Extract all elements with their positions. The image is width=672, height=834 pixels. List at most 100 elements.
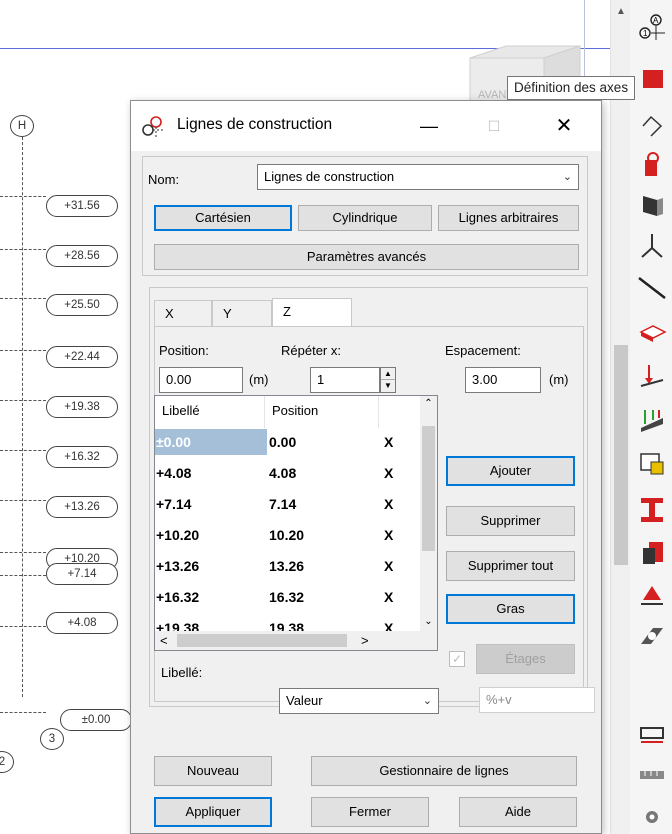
line-manager-button[interactable]: Gestionnaire de lignes xyxy=(311,756,577,786)
support-icon[interactable] xyxy=(635,578,669,612)
level-bubble[interactable]: +19.38 xyxy=(46,396,118,418)
maximize-button[interactable]: ☐ xyxy=(479,111,509,141)
load-icon[interactable] xyxy=(635,360,669,394)
spacing-field[interactable]: 3.00 xyxy=(465,367,541,393)
list-row[interactable]: +13.26 13.26 X xyxy=(155,553,425,584)
scroll-up-icon[interactable]: ▲ xyxy=(611,4,631,20)
spin-down-icon[interactable]: ▼ xyxy=(381,380,395,392)
repeat-label: Répéter x: xyxy=(281,343,341,358)
column-header-label[interactable]: Libellé xyxy=(155,396,265,428)
level-bubble[interactable]: ±0.00 xyxy=(60,709,132,731)
viewport-scrollbar[interactable]: ▲ xyxy=(610,0,630,834)
bold-button[interactable]: Gras xyxy=(446,594,575,624)
label-combo-value: Valeur xyxy=(286,693,323,708)
add-button[interactable]: Ajouter xyxy=(446,456,575,486)
tab-y[interactable]: Y xyxy=(212,300,272,326)
list-hscroll-thumb[interactable] xyxy=(177,634,347,647)
slab-icon[interactable] xyxy=(635,316,669,350)
level-bubble[interactable]: +13.26 xyxy=(46,496,118,518)
level-bubble[interactable]: +31.56 xyxy=(46,195,118,217)
settings-icon[interactable] xyxy=(635,800,669,834)
row-position: 7.14 xyxy=(269,496,297,512)
row-label: +16.32 xyxy=(156,589,200,605)
title-bar[interactable]: Lignes de construction — ☐ ✕ xyxy=(131,101,601,151)
row-position: 10.20 xyxy=(269,527,305,543)
spin-up-icon[interactable]: ▲ xyxy=(381,368,395,380)
ruler-icon[interactable] xyxy=(635,758,669,792)
row-position: 13.26 xyxy=(269,558,305,574)
level-bubble[interactable]: +25.50 xyxy=(46,294,118,316)
level-bubble[interactable]: +28.56 xyxy=(46,245,118,267)
level-bubble[interactable]: +4.08 xyxy=(46,612,118,634)
list-horizontal-scrollbar[interactable]: < > xyxy=(155,631,437,650)
panel-icon[interactable] xyxy=(635,446,669,480)
grid-axis-bubble[interactable]: H xyxy=(10,115,34,137)
right-toolbar: A1 xyxy=(630,0,672,834)
row-position: 4.08 xyxy=(269,465,297,481)
position-field[interactable]: 0.00 xyxy=(159,367,243,393)
row-delete-mark[interactable]: X xyxy=(384,553,393,579)
row-delete-mark[interactable]: X xyxy=(384,460,393,486)
foundation-icon[interactable] xyxy=(635,228,669,262)
distributed-load-icon[interactable] xyxy=(635,402,669,436)
block-icon[interactable] xyxy=(635,536,669,570)
help-button[interactable]: Aide xyxy=(459,797,577,827)
close-button[interactable]: Fermer xyxy=(311,797,429,827)
label-format-label: Libellé: xyxy=(161,665,203,680)
close-window-button[interactable]: ✕ xyxy=(549,111,579,141)
delete-all-button[interactable]: Supprimer tout xyxy=(446,551,575,581)
scroll-up-icon[interactable]: ⌃ xyxy=(420,398,437,409)
repeat-spinner[interactable]: ▲ ▼ xyxy=(380,367,396,393)
row-delete-mark[interactable]: X xyxy=(384,429,393,455)
scroll-right-icon[interactable]: > xyxy=(361,631,369,650)
row-delete-mark[interactable]: X xyxy=(384,584,393,610)
lines-list[interactable]: Libellé Position ±0.00 0.00 X +4.08 4.08 X +7.… xyxy=(154,395,438,651)
list-row[interactable]: +10.20 10.20 X xyxy=(155,522,425,553)
beam-icon[interactable] xyxy=(635,188,669,222)
list-scroll-thumb[interactable] xyxy=(422,426,435,551)
level-bubble[interactable]: +7.14 xyxy=(46,563,118,585)
list-row[interactable]: +4.08 4.08 X xyxy=(155,460,425,491)
row-label: +4.08 xyxy=(156,465,192,481)
list-row[interactable]: +7.14 7.14 X xyxy=(155,491,425,522)
grid-axis-line xyxy=(22,137,23,697)
axis-definition-icon[interactable]: A1 xyxy=(635,10,669,44)
repeat-field[interactable]: 1 xyxy=(310,367,380,393)
label-format-field[interactable]: %+v xyxy=(479,687,595,713)
delete-button[interactable]: Supprimer xyxy=(446,506,575,536)
arbitrary-lines-button[interactable]: Lignes arbitraires xyxy=(438,205,579,231)
scroll-left-icon[interactable]: < xyxy=(160,631,168,650)
column-header-position[interactable]: Position xyxy=(265,396,379,428)
apply-button[interactable]: Appliquer xyxy=(154,797,272,827)
red-square-icon[interactable] xyxy=(635,62,669,96)
list-row[interactable]: ±0.00 0.00 X xyxy=(155,429,425,460)
cylindrical-button[interactable]: Cylindrique xyxy=(298,205,432,231)
floors-checkbox[interactable]: ✓ xyxy=(449,651,465,667)
label-combo[interactable]: Valeur ⌄ xyxy=(279,688,439,714)
column-icon[interactable] xyxy=(635,148,669,182)
list-vertical-scrollbar[interactable]: ⌃ ⌄ xyxy=(420,396,437,633)
row-delete-mark[interactable]: X xyxy=(384,522,393,548)
wall-opening-icon[interactable] xyxy=(635,620,669,654)
minimize-button[interactable]: — xyxy=(414,111,444,141)
tab-z[interactable]: Z xyxy=(272,298,352,326)
line-icon[interactable] xyxy=(635,270,669,304)
level-bubble[interactable]: +16.32 xyxy=(46,446,118,468)
polyline-icon[interactable] xyxy=(635,108,669,142)
i-beam-icon[interactable] xyxy=(635,492,669,526)
list-row[interactable]: +16.32 16.32 X xyxy=(155,584,425,615)
row-delete-mark[interactable]: X xyxy=(384,491,393,517)
tab-x[interactable]: X xyxy=(154,300,212,326)
new-button[interactable]: Nouveau xyxy=(154,756,272,786)
level-bubble[interactable]: +22.44 xyxy=(46,346,118,368)
construction-lines-dialog: Lignes de construction — ☐ ✕ Nom: Lignes… xyxy=(130,100,602,834)
grid-axis-bubble[interactable]: 3 xyxy=(40,728,64,750)
scroll-thumb[interactable] xyxy=(614,345,628,565)
grid-axis-bubble[interactable]: 2 xyxy=(0,751,14,773)
floors-button[interactable]: Étages xyxy=(476,644,575,674)
advanced-settings-button[interactable]: Paramètres avancés xyxy=(154,244,579,270)
scroll-down-icon[interactable]: ⌄ xyxy=(420,616,437,627)
dimension-icon[interactable] xyxy=(635,716,669,750)
name-combo[interactable]: Lignes de construction ⌄ xyxy=(257,164,579,190)
cartesian-button[interactable]: Cartésien xyxy=(154,205,292,231)
